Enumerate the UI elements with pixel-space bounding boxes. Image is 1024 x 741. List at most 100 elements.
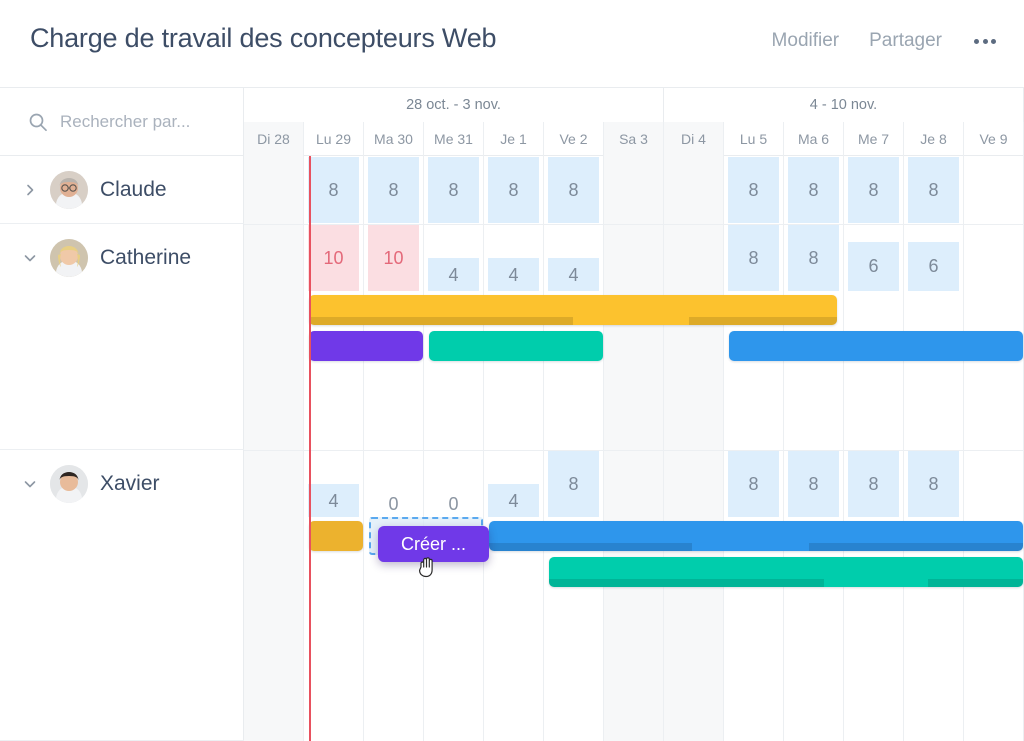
capacity-cell[interactable]: 0 [368, 451, 419, 517]
grid-column [964, 156, 1024, 741]
grid-column [244, 156, 304, 741]
task-bar-teal-long[interactable] [549, 557, 1023, 587]
capacity-value: 8 [328, 180, 339, 200]
capacity-value: 6 [928, 256, 939, 277]
timeline-grid[interactable]: 8 8 8 8 8 8 8 8 8 10 10 4 4 4 8 8 6 6 4 0 0 4 8 8 8 8 8 Créer ... [244, 156, 1024, 741]
capacity-cell[interactable]: 4 [428, 225, 479, 291]
header-actions: Modifier Partager [772, 28, 998, 54]
progress-indicator [928, 579, 1023, 587]
capacity-cell[interactable]: 8 [548, 451, 599, 517]
capacity-value: 8 [808, 248, 819, 268]
capacity-value: 8 [928, 474, 939, 494]
people-list: Claude Catherine Xavier [0, 156, 244, 741]
ellipsis-dot [991, 38, 996, 44]
capacity-value: 8 [508, 180, 519, 200]
capacity-value: 8 [808, 474, 819, 494]
day-header-cell[interactable]: Lu 5 [724, 122, 784, 156]
task-bar-teal[interactable] [429, 331, 603, 361]
capacity-cell[interactable]: 4 [548, 225, 599, 291]
capacity-value: 8 [928, 180, 939, 200]
capacity-cell[interactable]: 8 [788, 225, 839, 291]
capacity-cell[interactable]: 8 [848, 451, 899, 517]
capacity-cell[interactable]: 8 [728, 225, 779, 291]
capacity-value: 8 [748, 180, 759, 200]
avatar-xavier [50, 465, 88, 503]
task-bar-purple[interactable] [309, 331, 423, 361]
ellipsis-icon[interactable] [972, 33, 998, 50]
day-header-cell[interactable]: Me 7 [844, 122, 904, 156]
week-group-label: 28 oct. - 3 nov. [244, 88, 664, 122]
capacity-cell[interactable]: 8 [728, 451, 779, 517]
capacity-value: 6 [868, 256, 879, 277]
edit-button[interactable]: Modifier [772, 28, 840, 54]
capacity-value: 4 [568, 264, 579, 285]
capacity-value: 8 [808, 180, 819, 200]
capacity-value: 8 [568, 180, 579, 200]
capacity-cell[interactable]: 0 [428, 451, 479, 517]
capacity-value: 10 [323, 248, 344, 268]
gantt-workload-app: Charge de travail des concepteurs Web Mo… [0, 0, 1024, 741]
day-header-cell[interactable]: Di 28 [244, 122, 304, 156]
chevron-right-icon[interactable] [22, 182, 38, 198]
search-input[interactable] [60, 112, 230, 132]
day-header-cell[interactable]: Ma 30 [364, 122, 424, 156]
create-task-chip[interactable]: Créer ... [378, 526, 489, 562]
person-name: Claude [100, 178, 167, 201]
person-name: Xavier [100, 472, 160, 495]
capacity-cell[interactable]: 8 [848, 157, 899, 223]
capacity-cell[interactable]: 6 [848, 225, 899, 291]
capacity-cell[interactable]: 8 [548, 157, 599, 223]
app-header: Charge de travail des concepteurs Web Mo… [0, 0, 1024, 88]
day-header-cell[interactable]: Je 1 [484, 122, 544, 156]
timeline-header: 28 oct. - 3 nov.4 - 10 nov. Di 28Lu 29Ma… [0, 88, 1024, 156]
capacity-value: 0 [388, 494, 399, 514]
task-bar-yellow[interactable] [309, 295, 837, 325]
capacity-value: 4 [508, 264, 519, 285]
capacity-cell[interactable]: 4 [308, 451, 359, 517]
capacity-cell[interactable]: 8 [908, 451, 959, 517]
progress-indicator [309, 317, 573, 325]
capacity-cell[interactable]: 8 [488, 157, 539, 223]
task-bar-blue-long[interactable] [489, 521, 1023, 551]
capacity-value: 0 [448, 494, 459, 514]
day-header-cell[interactable]: Ve 9 [964, 122, 1024, 156]
capacity-cell[interactable]: 10 [368, 225, 419, 291]
capacity-cell[interactable]: 8 [908, 157, 959, 223]
day-header-cell[interactable]: Ma 6 [784, 122, 844, 156]
capacity-cell[interactable]: 6 [908, 225, 959, 291]
day-header-cell[interactable]: Ve 2 [544, 122, 604, 156]
capacity-cell[interactable]: 4 [488, 225, 539, 291]
day-header-cell[interactable]: Sa 3 [604, 122, 664, 156]
capacity-cell[interactable]: 8 [308, 157, 359, 223]
capacity-cell[interactable]: 8 [368, 157, 419, 223]
capacity-cell[interactable]: 8 [788, 451, 839, 517]
share-button[interactable]: Partager [869, 28, 942, 54]
task-bar-blue[interactable] [729, 331, 1023, 361]
day-header-cell[interactable]: Je 8 [904, 122, 964, 156]
capacity-cell[interactable]: 4 [488, 451, 539, 517]
capacity-cell[interactable]: 8 [428, 157, 479, 223]
search-field[interactable] [0, 88, 244, 156]
capacity-value: 4 [328, 490, 339, 511]
today-marker-line [309, 156, 311, 741]
progress-indicator [689, 317, 837, 325]
avatar-claude [50, 171, 88, 209]
search-icon [29, 113, 47, 132]
task-bar-yellow-short[interactable] [309, 521, 363, 551]
day-header-cell[interactable]: Di 4 [664, 122, 724, 156]
capacity-value: 8 [868, 474, 879, 494]
week-group-row: 28 oct. - 3 nov. 4 - 10 nov. [244, 88, 1024, 122]
person-row-claude[interactable]: Claude [0, 156, 244, 224]
day-column-row: Di 28 Lu 29 Ma 30 Me 31 Je 1 Ve 2 Sa 3 Di 4 Lu 5… [244, 122, 1024, 156]
person-row-catherine[interactable]: Catherine [0, 224, 244, 450]
capacity-cell[interactable]: 8 [788, 157, 839, 223]
row-divider [244, 450, 1024, 451]
day-header-cell[interactable]: Me 31 [424, 122, 484, 156]
progress-indicator [809, 543, 1023, 551]
capacity-cell[interactable]: 8 [728, 157, 779, 223]
chevron-down-icon[interactable] [22, 476, 38, 492]
day-header-cell[interactable]: Lu 29 [304, 122, 364, 156]
capacity-cell[interactable]: 10 [308, 225, 359, 291]
person-row-xavier[interactable]: Xavier [0, 450, 244, 741]
chevron-down-icon[interactable] [22, 250, 38, 266]
